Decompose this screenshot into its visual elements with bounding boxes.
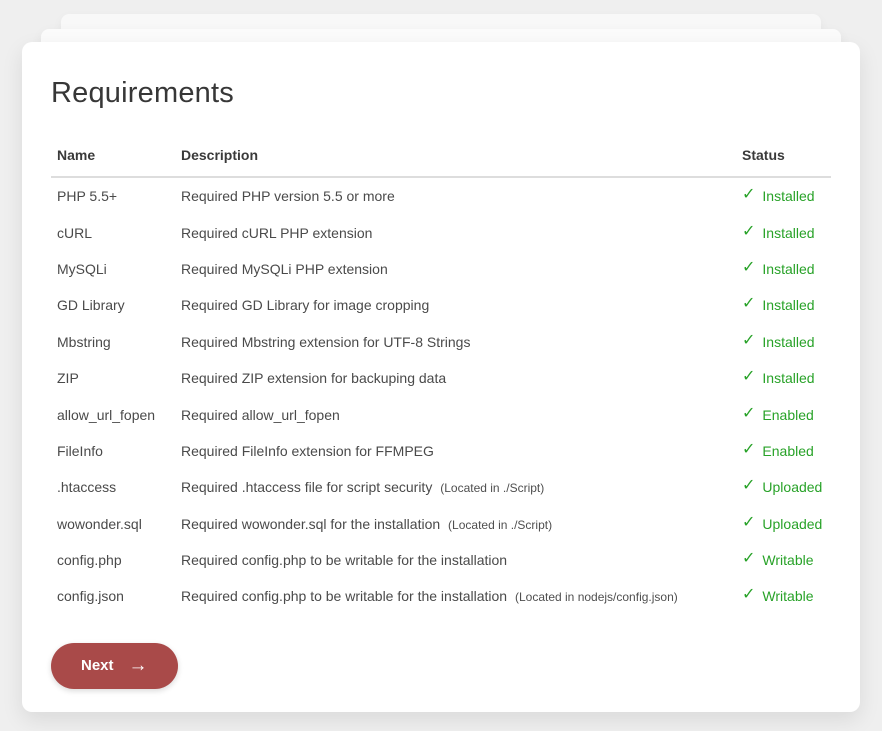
check-icon: ✓ xyxy=(742,479,755,494)
table-row: allow_url_fopen Required allow_url_fopen… xyxy=(51,396,831,432)
table-row: config.json Required config.php to be wr… xyxy=(51,578,831,614)
requirement-location-note: (Located in ./Script) xyxy=(448,518,552,532)
status-label: Installed xyxy=(762,188,814,204)
check-icon: ✓ xyxy=(742,188,755,203)
requirement-status: ✓ Installed xyxy=(736,261,831,277)
requirements-table: Name Description Status PHP 5.5+ Require… xyxy=(51,147,831,615)
header-name: Name xyxy=(51,147,175,163)
check-icon: ✓ xyxy=(742,370,755,385)
requirement-description: Required PHP version 5.5 or more xyxy=(175,188,736,204)
table-row: PHP 5.5+ Required PHP version 5.5 or mor… xyxy=(51,178,831,214)
page-background: { "page": { "title": "Requirements" }, "… xyxy=(0,0,882,731)
check-icon: ✓ xyxy=(742,407,755,422)
requirement-description-text: Required Mbstring extension for UTF-8 St… xyxy=(181,334,470,350)
table-row: cURL Required cURL PHP extension ✓ Insta… xyxy=(51,214,831,250)
requirement-name: FileInfo xyxy=(51,443,175,459)
requirement-description: Required allow_url_fopen xyxy=(175,407,736,423)
requirement-description-text: Required ZIP extension for backuping dat… xyxy=(181,370,446,386)
requirement-description-text: Required config.php to be writable for t… xyxy=(181,552,507,568)
requirement-description: Required config.php to be writable for t… xyxy=(175,552,736,568)
requirement-description: Required FileInfo extension for FFMPEG xyxy=(175,443,736,459)
requirement-status: ✓ Installed xyxy=(736,225,831,241)
requirement-description: Required cURL PHP extension xyxy=(175,225,736,241)
requirement-description-text: Required GD Library for image cropping xyxy=(181,297,429,313)
requirement-name: ZIP xyxy=(51,370,175,386)
table-row: GD Library Required GD Library for image… xyxy=(51,287,831,323)
requirement-location-note: (Located in nodejs/config.json) xyxy=(515,590,678,604)
status-label: Writable xyxy=(762,552,813,568)
requirement-name: wowonder.sql xyxy=(51,516,175,532)
status-label: Installed xyxy=(762,370,814,386)
requirement-description: Required wowonder.sql for the installati… xyxy=(175,516,736,532)
table-row: .htaccess Required .htaccess file for sc… xyxy=(51,469,831,505)
requirement-name: config.json xyxy=(51,588,175,604)
check-icon: ✓ xyxy=(742,261,755,276)
requirement-description-text: Required PHP version 5.5 or more xyxy=(181,188,395,204)
table-row: wowonder.sql Required wowonder.sql for t… xyxy=(51,506,831,542)
requirement-status: ✓ Installed xyxy=(736,370,831,386)
check-icon: ✓ xyxy=(742,588,755,603)
status-label: Enabled xyxy=(762,407,813,423)
requirement-name: PHP 5.5+ xyxy=(51,188,175,204)
table-row: ZIP Required ZIP extension for backuping… xyxy=(51,360,831,396)
requirement-status: ✓ Installed xyxy=(736,188,831,204)
requirement-description-text: Required config.php to be writable for t… xyxy=(181,588,507,604)
requirement-description-text: Required .htaccess file for script secur… xyxy=(181,479,432,495)
check-icon: ✓ xyxy=(742,334,755,349)
requirement-description-text: Required wowonder.sql for the installati… xyxy=(181,516,440,532)
requirement-name: .htaccess xyxy=(51,479,175,495)
requirement-name: allow_url_fopen xyxy=(51,407,175,423)
requirement-name: cURL xyxy=(51,225,175,241)
requirement-status: ✓ Enabled xyxy=(736,443,831,459)
header-description: Description xyxy=(175,147,736,163)
status-label: Writable xyxy=(762,588,813,604)
requirement-description: Required Mbstring extension for UTF-8 St… xyxy=(175,334,736,350)
status-label: Installed xyxy=(762,334,814,350)
requirement-description: Required config.php to be writable for t… xyxy=(175,588,736,604)
requirement-name: GD Library xyxy=(51,297,175,313)
status-label: Installed xyxy=(762,261,814,277)
requirement-description-text: Required cURL PHP extension xyxy=(181,225,372,241)
table-row: MySQLi Required MySQLi PHP extension ✓ I… xyxy=(51,251,831,287)
requirement-name: config.php xyxy=(51,552,175,568)
table-body: PHP 5.5+ Required PHP version 5.5 or mor… xyxy=(51,178,831,615)
header-status: Status xyxy=(736,147,831,163)
requirement-status: ✓ Installed xyxy=(736,334,831,350)
requirements-card: Requirements Name Description Status PHP… xyxy=(22,42,860,712)
check-icon: ✓ xyxy=(742,552,755,567)
status-label: Enabled xyxy=(762,443,813,459)
requirement-description-text: Required FileInfo extension for FFMPEG xyxy=(181,443,434,459)
requirement-name: Mbstring xyxy=(51,334,175,350)
table-row: FileInfo Required FileInfo extension for… xyxy=(51,433,831,469)
requirement-description-text: Required MySQLi PHP extension xyxy=(181,261,388,277)
table-header: Name Description Status xyxy=(51,147,831,178)
requirement-description-text: Required allow_url_fopen xyxy=(181,407,340,423)
next-button-label: Next xyxy=(81,657,114,674)
requirement-status: ✓ Uploaded xyxy=(736,516,831,532)
check-icon: ✓ xyxy=(742,225,755,240)
status-label: Uploaded xyxy=(762,516,822,532)
requirement-name: MySQLi xyxy=(51,261,175,277)
check-icon: ✓ xyxy=(742,516,755,531)
requirement-status: ✓ Enabled xyxy=(736,407,831,423)
requirement-location-note: (Located in ./Script) xyxy=(440,481,544,495)
requirement-description: Required MySQLi PHP extension xyxy=(175,261,736,277)
requirement-description: Required ZIP extension for backuping dat… xyxy=(175,370,736,386)
status-label: Uploaded xyxy=(762,479,822,495)
check-icon: ✓ xyxy=(742,297,755,312)
status-label: Installed xyxy=(762,225,814,241)
requirement-description: Required GD Library for image cropping xyxy=(175,297,736,313)
table-row: Mbstring Required Mbstring extension for… xyxy=(51,324,831,360)
arrow-right-icon: → xyxy=(129,656,148,675)
next-button[interactable]: Next → xyxy=(51,643,178,689)
status-label: Installed xyxy=(762,297,814,313)
requirement-status: ✓ Installed xyxy=(736,297,831,313)
page-title: Requirements xyxy=(51,75,831,111)
requirement-description: Required .htaccess file for script secur… xyxy=(175,479,736,495)
check-icon: ✓ xyxy=(742,443,755,458)
requirement-status: ✓ Uploaded xyxy=(736,479,831,495)
requirement-status: ✓ Writable xyxy=(736,588,831,604)
table-row: config.php Required config.php to be wri… xyxy=(51,542,831,578)
requirement-status: ✓ Writable xyxy=(736,552,831,568)
